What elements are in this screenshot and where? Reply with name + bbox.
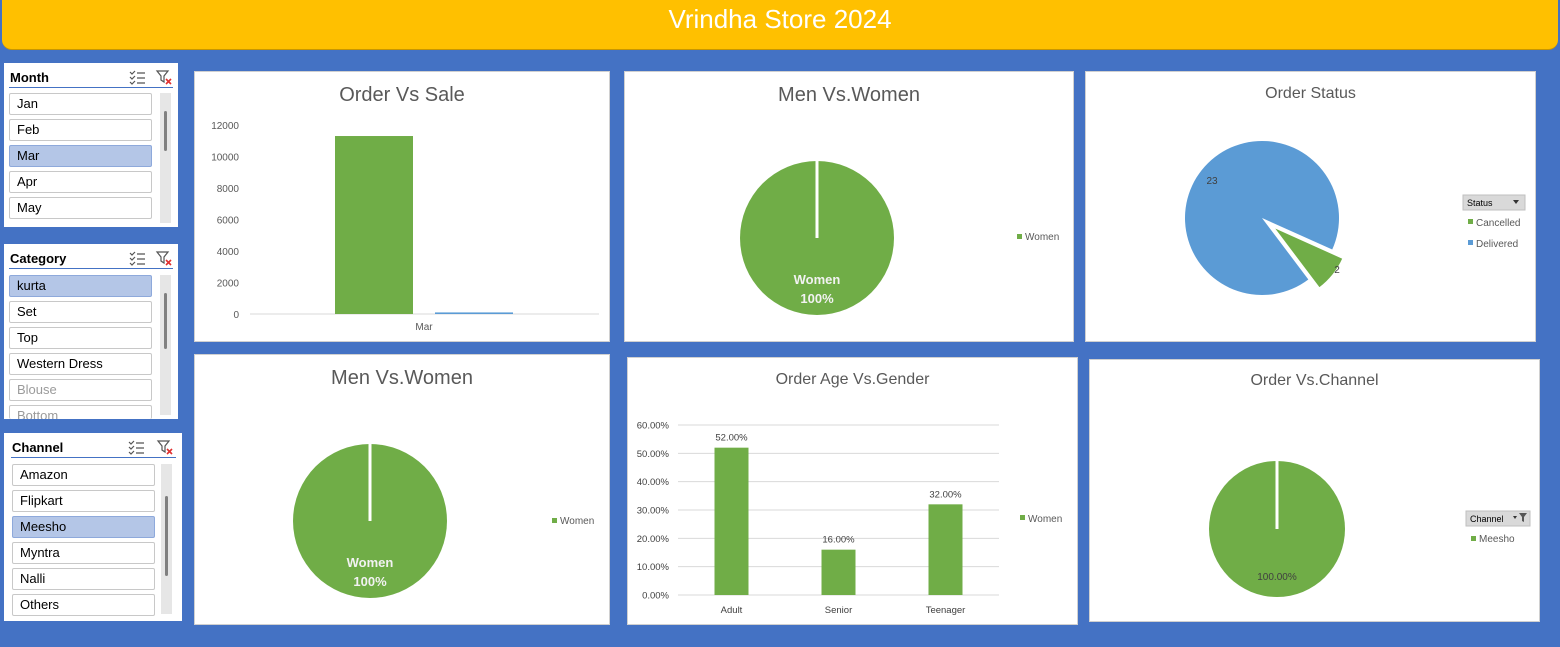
- legend-swatch: [1020, 515, 1025, 520]
- slicer-item-may[interactable]: May: [9, 197, 152, 219]
- month-slicer: Month Jan Feb Mar Apr May: [4, 63, 178, 227]
- x-tick-label: Adult: [721, 605, 743, 616]
- slicer-item-western-dress[interactable]: Western Dress: [9, 353, 152, 375]
- bar-data-label: 16.00%: [822, 535, 855, 546]
- y-tick-label: 30.00%: [637, 506, 670, 517]
- y-tick-label: 2000: [217, 279, 240, 290]
- multi-select-icon[interactable]: [128, 68, 146, 86]
- bar-data-label: 32.00%: [929, 489, 962, 500]
- legend-swatch: [1471, 536, 1476, 541]
- legend-swatch: [1468, 240, 1473, 245]
- slicer-item-bottom[interactable]: Bottom: [9, 405, 152, 419]
- pie-data-label-name: Women: [794, 272, 841, 287]
- slicer-item-others[interactable]: Others: [12, 594, 155, 616]
- order-status-plot: 23 2 Status Cancelled Delivered: [1185, 141, 1526, 295]
- slicer-item-blouse[interactable]: Blouse: [9, 379, 152, 401]
- order-status-chart[interactable]: Order Status 23 2 Status Cancelled Delivered: [1085, 71, 1536, 342]
- legend-label: Delivered: [1476, 239, 1518, 250]
- men-vs-women-plot-top: Women 100% Women: [740, 161, 1059, 315]
- multi-select-icon[interactable]: [128, 249, 146, 267]
- slicer-item-set[interactable]: Set: [9, 301, 152, 323]
- slicer-item-feb[interactable]: Feb: [9, 119, 152, 141]
- y-tick-label: 0.00%: [642, 591, 669, 602]
- slicer-item-kurta[interactable]: kurta: [9, 275, 152, 297]
- order-age-vs-gender-plot: 0.00% 10.00% 20.00% 30.00% 40.00% 50.00% 60.00…: [637, 421, 1063, 617]
- bar-teenager: [928, 504, 963, 595]
- y-tick-label: 50.00%: [637, 449, 670, 460]
- legend-label: Women: [1028, 514, 1062, 525]
- x-tick-label: Mar: [415, 322, 433, 333]
- men-vs-women-chart-top[interactable]: Men Vs.Women Women 100% Women: [624, 71, 1074, 342]
- legend-label: Cancelled: [1476, 218, 1520, 229]
- order-vs-channel-plot: 100.00% Channel Meesho: [1209, 461, 1531, 597]
- slicer-item-apr[interactable]: Apr: [9, 171, 152, 193]
- bar-series-2: [435, 312, 513, 314]
- category-slicer-scrollbar[interactable]: [160, 275, 171, 415]
- y-tick-label: 40.00%: [637, 477, 670, 488]
- bar-senior: [821, 549, 856, 595]
- channel-slicer: Channel Amazon Flipkart Meesho Myntra Na…: [4, 433, 182, 621]
- y-tick-label: 10000: [211, 153, 239, 164]
- pie-data-label-percent: 100%: [800, 291, 834, 306]
- order-age-vs-gender-chart[interactable]: Order Age Vs.Gender 0.00% 10.00% 20.00% 30.…: [627, 357, 1078, 625]
- slicer-item-myntra[interactable]: Myntra: [12, 542, 155, 564]
- bar-adult: [714, 447, 749, 595]
- men-vs-women-chart-bottom[interactable]: Men Vs.Women Women 100% Women: [194, 354, 610, 625]
- y-tick-label: 60.00%: [637, 421, 670, 432]
- pie-data-label-name: Women: [347, 555, 394, 570]
- month-slicer-title: Month: [10, 70, 49, 85]
- clear-filter-icon[interactable]: [155, 249, 173, 267]
- month-slicer-scrollbar[interactable]: [160, 93, 171, 223]
- category-slicer-header: Category: [9, 247, 173, 269]
- x-tick-label: Teenager: [926, 605, 966, 616]
- category-slicer: Category kurta Set Top Western Dress Blo…: [4, 244, 178, 419]
- channel-slicer-title: Channel: [12, 440, 64, 455]
- legend-swatch: [552, 518, 557, 523]
- pie-data-label-percent: 100%: [353, 574, 387, 589]
- bar-data-label: 52.00%: [715, 433, 748, 444]
- legend-swatch: [1017, 234, 1022, 239]
- y-tick-label: 6000: [217, 216, 240, 227]
- y-tick-label: 4000: [217, 247, 240, 258]
- slicer-item-flipkart[interactable]: Flipkart: [12, 490, 155, 512]
- month-slicer-header: Month: [9, 66, 173, 88]
- channel-slicer-header: Channel: [11, 436, 176, 458]
- multi-select-icon[interactable]: [127, 438, 145, 456]
- category-slicer-title: Category: [10, 251, 67, 266]
- slicer-item-nalli[interactable]: Nalli: [12, 568, 155, 590]
- legend-field-button-label: Channel: [1470, 514, 1504, 524]
- men-vs-women-plot-bottom: Women 100% Women: [293, 444, 594, 598]
- bar-series-1: [335, 136, 413, 314]
- y-tick-label: 20.00%: [637, 534, 670, 545]
- y-tick-label: 0: [233, 310, 239, 321]
- pie-data-label-cancelled: 2: [1334, 265, 1340, 276]
- y-tick-label: 12000: [211, 121, 239, 132]
- legend-label: Meesho: [1479, 534, 1515, 545]
- pie-data-label-delivered: 23: [1206, 176, 1218, 187]
- slicer-item-jan[interactable]: Jan: [9, 93, 152, 115]
- pie-data-label-percent: 100.00%: [1257, 572, 1297, 583]
- legend-swatch: [1468, 219, 1473, 224]
- x-tick-label: Senior: [825, 605, 852, 616]
- legend-field-button-label: Status: [1467, 198, 1493, 208]
- slicer-item-mar[interactable]: Mar: [9, 145, 152, 167]
- channel-slicer-scrollbar[interactable]: [161, 464, 172, 614]
- clear-filter-icon[interactable]: [155, 68, 173, 86]
- slicer-item-amazon[interactable]: Amazon: [12, 464, 155, 486]
- order-vs-sale-chart[interactable]: Order Vs Sale 0 2000 4000 6000 8000 10000 1200…: [194, 71, 610, 342]
- clear-filter-icon[interactable]: [156, 438, 174, 456]
- legend-label: Women: [1025, 232, 1059, 243]
- slicer-item-meesho[interactable]: Meesho: [12, 516, 155, 538]
- slicer-item-top[interactable]: Top: [9, 327, 152, 349]
- y-tick-label: 10.00%: [637, 562, 670, 573]
- y-tick-label: 8000: [217, 184, 240, 195]
- order-vs-channel-chart[interactable]: Order Vs.Channel 100.00% Channel Meesho: [1089, 359, 1540, 622]
- legend-label: Women: [560, 516, 594, 527]
- order-vs-sale-plot: 0 2000 4000 6000 8000 10000 12000 Mar: [211, 121, 599, 333]
- dashboard-title: Vrindha Store 2024: [2, 0, 1558, 50]
